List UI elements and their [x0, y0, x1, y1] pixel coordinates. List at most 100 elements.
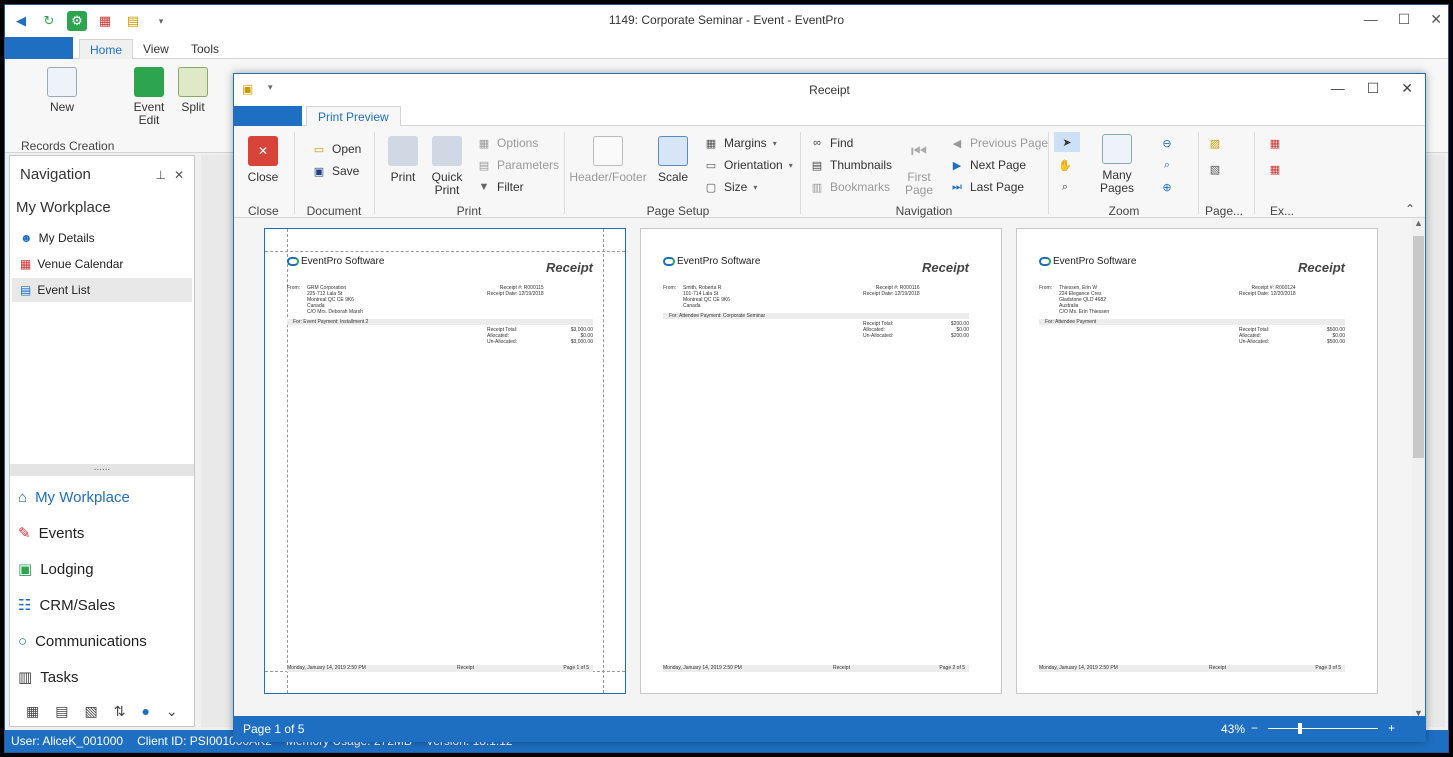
tab-tools[interactable]: Tools — [181, 39, 229, 59]
quick-print-button[interactable]: Quick Print — [430, 136, 464, 197]
zoom-in-button[interactable]: ⊕ — [1160, 178, 1174, 196]
footer-date: Monday, January 14, 2019 2:50 PM — [1039, 665, 1118, 671]
scale-button[interactable]: Scale — [656, 136, 690, 184]
parameters-button[interactable]: ▤ Parameters — [477, 156, 559, 174]
send-button[interactable]: ▦ — [1268, 160, 1282, 178]
navigation-panel: Navigation ⊥ ✕ My Workplace ☻ My Details… — [9, 155, 195, 727]
nav-item-my-details[interactable]: ☻ My Details — [12, 226, 192, 250]
find-button[interactable]: ∞ Find — [810, 134, 853, 152]
file-tab[interactable] — [234, 106, 302, 126]
previous-page-button[interactable]: ◀ Previous Page — [950, 134, 1048, 152]
nav-my-workplace[interactable]: ⌂ My Workplace — [18, 482, 130, 512]
header-footer-icon — [593, 136, 623, 166]
footer-page: Page 3 of 5 — [1315, 665, 1341, 671]
maximize-icon[interactable]: ☐ — [1367, 80, 1380, 97]
calculator-icon[interactable]: ▦ — [26, 703, 39, 720]
preview-page[interactable]: EventPro Software Receipt From: GRM Corp… — [264, 228, 626, 694]
save-button[interactable]: ▣ Save — [312, 162, 360, 180]
hand-tool-button[interactable]: ✋ — [1058, 156, 1072, 174]
open-button[interactable]: ▭ Open — [312, 140, 362, 158]
print-preview-ribbon: ✕ Close Close ▭ Open ▣ Save Document Pri… — [234, 126, 1425, 218]
options-button[interactable]: ▦ Options — [477, 134, 539, 152]
nav-close-icon[interactable]: ✕ — [174, 168, 184, 182]
last-page-button[interactable]: ⏭ Last Page — [950, 178, 1024, 196]
scrollbar-thumb[interactable] — [1413, 236, 1424, 458]
close-icon[interactable]: ✕ — [1430, 11, 1442, 28]
zoom-knob[interactable] — [1297, 722, 1302, 734]
receipt-meta: Receipt #: R000124 Receipt Date: 12/20/2… — [1239, 285, 1296, 297]
margins-button[interactable]: ▦ Margins ▾ — [704, 134, 777, 152]
first-page-button[interactable]: ⏮ First Page — [902, 136, 936, 197]
address-line: Canada — [683, 303, 701, 309]
nav-events[interactable]: ✎ Events — [18, 518, 84, 548]
event-edit-button[interactable]: Event Edit — [128, 67, 170, 127]
collapse-ribbon-icon[interactable]: ⌃ — [1405, 202, 1415, 216]
documents-icon[interactable]: ▧ — [84, 703, 97, 720]
calendar-icon: ▦ — [20, 257, 32, 271]
zoom-track[interactable] — [1267, 722, 1378, 734]
watermark-button[interactable]: ▧ — [1208, 160, 1222, 178]
nav-item-label: Event List — [37, 283, 91, 297]
zoom-slider[interactable]: − + — [1251, 721, 1395, 735]
tab-home[interactable]: Home — [79, 39, 134, 59]
zoom-dropdown-button[interactable]: ⌕ — [1160, 156, 1174, 174]
filter-button[interactable]: ▼ Filter — [477, 178, 524, 196]
notes-icon[interactable]: ▤ — [55, 703, 68, 720]
next-page-button[interactable]: ▶ Next Page — [950, 156, 1026, 174]
preview-area[interactable]: EventPro Software Receipt From: GRM Corp… — [234, 218, 1414, 718]
scroll-up-icon[interactable]: ▲ — [1414, 218, 1423, 228]
preview-page[interactable]: EventPro Software Receipt From: Smith, R… — [640, 228, 1002, 694]
last-page-label: Last Page — [970, 180, 1025, 194]
print-button[interactable]: Print — [386, 136, 420, 184]
nav-communications[interactable]: ○ Communications — [18, 626, 147, 656]
receipt-heading: Receipt — [922, 260, 969, 275]
close-preview-button[interactable]: ✕ Close — [248, 136, 278, 184]
export-button[interactable]: ▦ — [1268, 134, 1282, 152]
file-tab[interactable] — [5, 37, 73, 59]
zoom-plus-icon[interactable]: + — [1388, 721, 1395, 735]
globe-icon[interactable]: ● — [141, 703, 149, 720]
chevron-down-icon[interactable]: ⌄ — [166, 703, 178, 720]
nav-crm-sales[interactable]: ☷ CRM/Sales — [18, 590, 115, 620]
next-page-label: Next Page — [970, 158, 1027, 172]
preview-page[interactable]: EventPro Software Receipt From: Thiessen… — [1016, 228, 1378, 694]
nav-item-label: My Details — [38, 231, 95, 245]
send-icon: ▦ — [1269, 163, 1281, 176]
bookmarks-icon: ▥ — [811, 181, 823, 194]
thumbnails-button[interactable]: ▤ Thumbnails — [810, 156, 892, 174]
nav-big-label: Tasks — [40, 668, 79, 686]
magnifier-button[interactable]: ⌕ — [1058, 178, 1072, 196]
first-page-icon: ⏮ — [910, 140, 928, 161]
binoculars-icon: ∞ — [813, 137, 821, 149]
zoom-minus-icon[interactable]: − — [1251, 721, 1258, 735]
tab-view[interactable]: View — [133, 39, 179, 59]
orientation-button[interactable]: ▭ Orientation ▾ — [704, 156, 793, 174]
pin-icon[interactable]: ⊥ — [155, 168, 165, 182]
page-color-button[interactable]: ▨ — [1208, 134, 1222, 152]
bookmarks-button[interactable]: ▥ Bookmarks — [810, 178, 890, 196]
nav-lodging[interactable]: ▣ Lodging — [18, 554, 94, 584]
parameters-label: Parameters — [497, 158, 560, 172]
new-button[interactable]: New — [41, 67, 83, 114]
header-footer-button[interactable]: Header/Footer — [569, 136, 647, 184]
nav-tasks[interactable]: ▥ Tasks — [18, 662, 79, 692]
sort-icon[interactable]: ⇅ — [114, 703, 126, 720]
nav-item-event-list[interactable]: ▤ Event List — [12, 278, 192, 302]
new-label: New — [49, 100, 74, 114]
nav-item-venue-calendar[interactable]: ▦ Venue Calendar — [12, 252, 192, 276]
size-label: Size — [724, 180, 748, 194]
home-icon: ⌂ — [18, 488, 28, 506]
minimize-icon[interactable]: — — [1364, 11, 1378, 28]
tab-print-preview[interactable]: Print Preview — [306, 106, 401, 127]
vertical-scrollbar[interactable]: ▲ ▼ — [1412, 218, 1425, 718]
maximize-icon[interactable]: ☐ — [1398, 11, 1411, 28]
pointer-button[interactable]: ➤ — [1054, 132, 1080, 152]
navigation-splitter[interactable]: ...... — [10, 463, 194, 476]
close-icon[interactable]: ✕ — [1401, 80, 1413, 97]
page-indicator: Page 1 of 5 — [243, 722, 305, 736]
many-pages-button[interactable]: Many Pages — [1086, 134, 1148, 195]
minimize-icon[interactable]: — — [1331, 80, 1345, 97]
zoom-out-button[interactable]: ⊖ — [1160, 134, 1174, 152]
split-button[interactable]: Split — [172, 67, 214, 114]
size-button[interactable]: ▢ Size ▾ — [704, 178, 758, 196]
